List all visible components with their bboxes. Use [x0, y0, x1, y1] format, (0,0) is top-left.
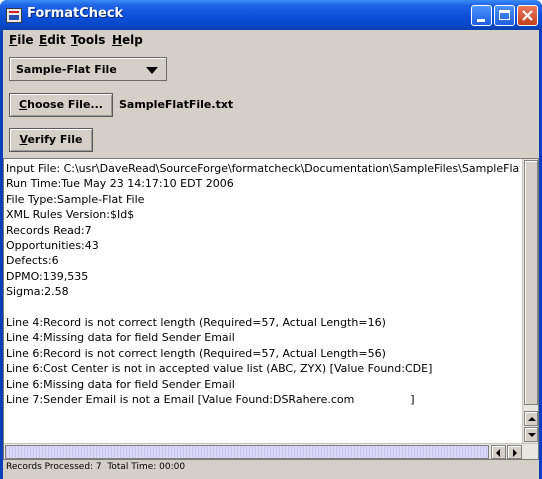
- menu-help-mnemonic: H: [112, 33, 123, 47]
- menu-file-mnemonic: F: [9, 33, 18, 47]
- maximize-button[interactable]: [494, 5, 515, 26]
- scroll-left-button[interactable]: [491, 445, 506, 459]
- results-text[interactable]: Input File: C:\usr\DaveRead\SourceForge\…: [6, 161, 520, 443]
- menu-tools[interactable]: Tools: [71, 33, 105, 47]
- verify-file-label: erify File: [27, 133, 83, 146]
- maximize-icon: [499, 10, 510, 20]
- menu-file[interactable]: File: [9, 33, 34, 47]
- menu-help-label: elp: [122, 33, 143, 47]
- arrow-down-icon: [528, 433, 536, 437]
- window-client: File Edit Tools Help Sample-Flat File Ch…: [3, 30, 539, 479]
- window-title: FormatCheck: [27, 6, 124, 21]
- status-text: Records Processed: 7 Total Time: 00:00: [6, 462, 186, 472]
- vertical-scrollbar[interactable]: [522, 159, 538, 443]
- menu-tools-label: ools: [77, 33, 106, 47]
- choose-file-button[interactable]: Choose File...: [9, 93, 113, 117]
- choose-file-mnemonic: C: [19, 98, 28, 111]
- minimize-icon: [477, 19, 485, 22]
- scroll-right-button[interactable]: [507, 445, 522, 459]
- menu-file-label: ile: [17, 33, 34, 47]
- app-window: FormatCheck File Edit Tools Help Sample-…: [0, 0, 542, 479]
- vertical-scroll-thumb[interactable]: [524, 160, 538, 405]
- menu-help[interactable]: Help: [112, 33, 143, 47]
- menu-edit-mnemonic: E: [39, 33, 48, 47]
- file-type-selected-value: Sample-Flat File: [16, 63, 117, 76]
- title-bar[interactable]: FormatCheck: [0, 0, 542, 30]
- menu-bar: File Edit Tools Help: [3, 30, 539, 52]
- results-output-area[interactable]: Input File: C:\usr\DaveRead\SourceForge\…: [3, 158, 539, 460]
- menu-tools-mnemonic: T: [71, 33, 78, 47]
- close-icon: [522, 10, 533, 21]
- menu-edit-label: dit: [47, 33, 66, 47]
- horizontal-scrollbar[interactable]: [4, 443, 538, 459]
- file-type-select[interactable]: Sample-Flat File: [9, 57, 167, 81]
- horizontal-scroll-thumb[interactable]: [5, 445, 489, 459]
- menu-edit[interactable]: Edit: [39, 33, 66, 47]
- app-icon: [6, 8, 22, 23]
- arrow-up-icon: [528, 417, 536, 421]
- minimize-button[interactable]: [471, 5, 492, 26]
- choose-file-label: hoose File...: [27, 98, 103, 111]
- selected-file-name: SampleFlatFile.txt: [119, 98, 234, 111]
- chevron-down-icon[interactable]: [146, 67, 158, 74]
- scroll-up-button[interactable]: [524, 411, 538, 426]
- verify-file-button[interactable]: Verify File: [9, 128, 93, 152]
- status-bar: Records Processed: 7 Total Time: 00:00: [3, 460, 539, 476]
- arrow-left-icon: [496, 449, 500, 457]
- close-button[interactable]: [517, 5, 538, 26]
- scroll-down-button[interactable]: [524, 427, 538, 442]
- arrow-right-icon: [513, 449, 517, 457]
